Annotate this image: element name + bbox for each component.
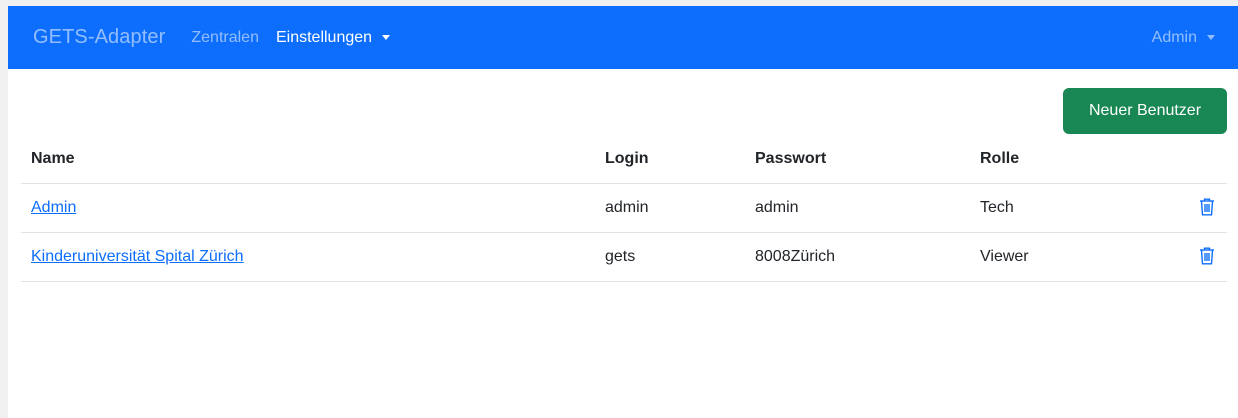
chevron-down-icon: [1207, 35, 1215, 40]
cell-password: admin: [745, 183, 970, 233]
column-header-role: Rolle: [970, 135, 1180, 184]
table-row: Kinderuniversität Spital Zürich gets 800…: [21, 232, 1227, 282]
cell-login: admin: [595, 183, 745, 233]
column-header-login: Login: [595, 135, 745, 184]
nav-dropdown-einstellungen[interactable]: Einstellungen: [275, 28, 391, 47]
trash-icon[interactable]: [1199, 247, 1215, 265]
user-menu-label: Admin: [1151, 28, 1197, 46]
user-name-link[interactable]: Kinderuniversität Spital Zürich: [31, 248, 244, 265]
user-menu-dropdown[interactable]: Admin: [1152, 6, 1215, 69]
cell-name: Kinderuniversität Spital Zürich: [21, 232, 595, 282]
cell-password: 8008Zürich: [745, 232, 970, 282]
brand-link[interactable]: GETS-Adapter: [33, 26, 165, 49]
user-name-link[interactable]: Admin: [31, 199, 76, 216]
users-table: Name Login Passwort Rolle Admin admin ad…: [21, 135, 1227, 282]
cell-role: Tech: [970, 183, 1180, 233]
window-left-edge: [0, 0, 8, 418]
cell-actions: [1180, 183, 1227, 233]
navbar: GETS-Adapter Zentralen Einstellungen Adm…: [8, 6, 1238, 69]
column-header-password: Passwort: [745, 135, 970, 184]
column-header-name: Name: [21, 135, 595, 184]
cell-role: Viewer: [970, 232, 1180, 282]
table-row: Admin admin admin Tech: [21, 183, 1227, 233]
cell-name: Admin: [21, 183, 595, 233]
column-header-actions: [1180, 135, 1227, 184]
cell-login: gets: [595, 232, 745, 282]
new-user-button[interactable]: Neuer Benutzer: [1063, 88, 1227, 134]
nav-link-zentralen[interactable]: Zentralen: [191, 29, 259, 47]
nav-dropdown-einstellungen-label: Einstellungen: [275, 28, 373, 46]
app-window: GETS-Adapter Zentralen Einstellungen Adm…: [0, 0, 1238, 418]
cell-actions: [1180, 232, 1227, 282]
trash-icon[interactable]: [1199, 198, 1215, 216]
chevron-down-icon: [382, 35, 391, 40]
table-header-row: Name Login Passwort Rolle: [21, 135, 1227, 184]
